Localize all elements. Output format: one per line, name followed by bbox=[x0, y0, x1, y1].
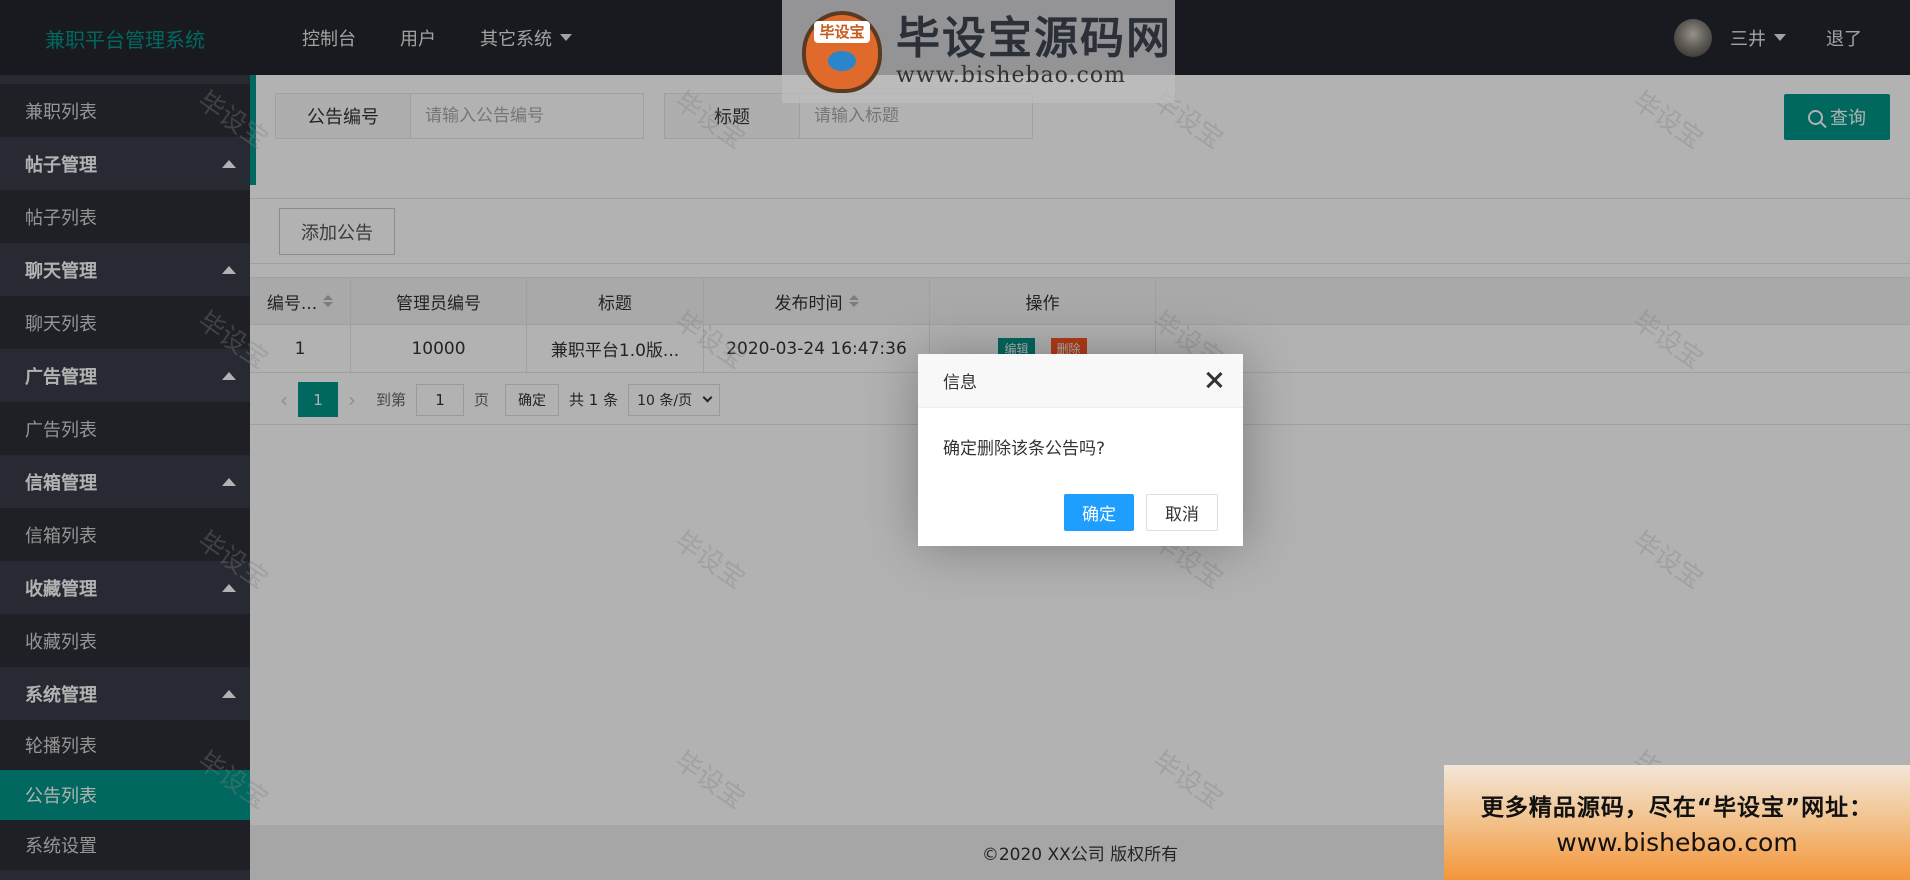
site-emblem-icon: 毕设宝 bbox=[794, 7, 890, 97]
banner-title: 毕设宝源码网 bbox=[896, 13, 1172, 64]
cancel-button[interactable]: 取消 bbox=[1146, 494, 1218, 531]
promo-banner: 更多精品源码，尽在“毕设宝”网址： www.bishebao.com bbox=[1444, 765, 1910, 880]
confirm-dialog: 信息 确定删除该条公告吗? 确定 取消 bbox=[918, 354, 1243, 546]
dialog-message: 确定删除该条公告吗? bbox=[943, 439, 1106, 459]
promo-text: 更多精品源码，尽在“毕设宝”网址： bbox=[1480, 795, 1874, 821]
dialog-buttons: 确定 取消 bbox=[1052, 494, 1218, 531]
emblem-badge: 毕设宝 bbox=[814, 20, 870, 43]
dialog-title-bar: 信息 bbox=[918, 354, 1243, 408]
banner-url: www.bishebao.com bbox=[896, 63, 1126, 88]
promo-url: www.bishebao.com bbox=[1556, 828, 1798, 857]
banner-text: 毕设宝源码网 www.bishebao.com bbox=[896, 13, 1172, 89]
close-icon[interactable] bbox=[1205, 371, 1223, 389]
dialog-title: 信息 bbox=[943, 373, 977, 393]
confirm-button[interactable]: 确定 bbox=[1064, 494, 1134, 531]
watermark-banner: 毕设宝 毕设宝源码网 www.bishebao.com bbox=[782, 0, 1175, 103]
